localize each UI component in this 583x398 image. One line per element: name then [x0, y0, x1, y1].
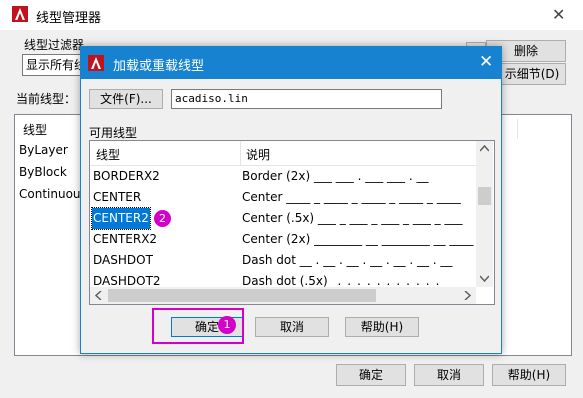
list-item[interactable]: ByLayer [19, 143, 68, 157]
parent-titlebar: 线型管理器 ✕ [0, 0, 583, 30]
vertical-scroll-thumb[interactable] [478, 187, 491, 205]
vertical-scrollbar[interactable] [476, 141, 493, 287]
linetype-description: Dash dot __ . __ . __ . __ . __ . __ . _… [242, 253, 453, 267]
list-header: 线型 说明 [90, 141, 476, 166]
autocad-logo-icon [88, 55, 104, 71]
linetype-description: Center ____ _ ____ _ ____ _ ____ _ ____ [242, 190, 461, 204]
linetype-name: CENTER2 [91, 207, 151, 230]
load-linetype-dialog: 加载或重载线型 ✕ 文件(F)... acadiso.lin 可用线型 线型 说… [80, 46, 502, 354]
available-linetypes-list[interactable]: 线型 说明 BORDERX2 Border (2x) ___ ___ . ___… [89, 140, 495, 305]
filter-label: 线型过滤器 [24, 38, 85, 52]
annotation-marker-2: 2 [154, 210, 171, 227]
show-details-button[interactable]: 示细节(D) [498, 63, 566, 85]
child-cancel-button[interactable]: 取消 [255, 317, 329, 337]
child-close-icon[interactable]: ✕ [479, 52, 493, 72]
linetype-name: DASHDOT [93, 253, 153, 267]
list-item[interactable]: ByBlock [19, 165, 67, 179]
autocad-logo-icon [12, 6, 28, 22]
linetype-row[interactable]: DASHDOT Dash dot __ . __ . __ . __ . __ … [92, 250, 472, 271]
annotation-marker-1: 1 [218, 316, 236, 334]
scroll-up-icon[interactable] [480, 145, 489, 152]
column-header-description[interactable]: 说明 [246, 146, 270, 163]
linetype-row[interactable]: BORDERX2 Border (2x) ___ ___ . ___ ___ .… [92, 166, 472, 187]
file-path-field[interactable]: acadiso.lin [171, 89, 442, 109]
column-divider [240, 141, 241, 165]
column-header-linetype[interactable]: 线型 [96, 146, 120, 163]
filter-dropdown[interactable]: 显示所有线 [22, 54, 89, 76]
linetype-description: Center (.5x) ___ _ ___ _ ___ _ ___ _ ___ [242, 211, 463, 225]
child-help-button[interactable]: 帮助(H) [345, 317, 419, 337]
scroll-down-icon[interactable] [480, 275, 489, 282]
linetype-description: Center (2x) ________ __ ________ __ ____ [242, 232, 474, 246]
parent-cancel-button[interactable]: 取消 [414, 364, 484, 386]
parent-close-icon[interactable]: ✕ [552, 5, 565, 24]
list-header-divider [517, 119, 518, 139]
scroll-left-icon[interactable] [95, 291, 102, 300]
linetype-row-selected[interactable]: CENTER2 2 Center (.5x) ___ _ ___ _ ___ _… [91, 207, 472, 230]
horizontal-scrollbar[interactable] [90, 287, 476, 304]
scroll-right-icon[interactable] [464, 291, 471, 300]
child-titlebar: 加载或重载线型 ✕ [81, 47, 501, 79]
linetype-name: CENTERX2 [93, 232, 158, 246]
current-linetype-label: 当前线型： [16, 92, 77, 106]
child-title: 加载或重载线型 [113, 59, 205, 74]
parent-help-button[interactable]: 帮助(H) [492, 364, 566, 386]
linetype-name: CENTER [93, 190, 142, 204]
list-item[interactable]: Continuous [19, 187, 87, 201]
parent-title: 线型管理器 [36, 11, 102, 26]
linetype-name: BORDERX2 [93, 169, 160, 183]
parent-ok-button[interactable]: 确定 [336, 364, 406, 386]
linetype-row[interactable]: CENTER Center ____ _ ____ _ ____ _ ____ … [92, 187, 472, 208]
horizontal-scroll-thumb[interactable] [108, 289, 376, 302]
list-header-linetype[interactable]: 线型 [23, 121, 47, 138]
linetype-row[interactable]: CENTERX2 Center (2x) ________ __ _______… [92, 229, 474, 250]
available-linetypes-label: 可用线型 [89, 126, 138, 140]
linetype-description: Border (2x) ___ ___ . ___ ___ . __ [242, 169, 429, 183]
file-button[interactable]: 文件(F)... [89, 89, 163, 109]
